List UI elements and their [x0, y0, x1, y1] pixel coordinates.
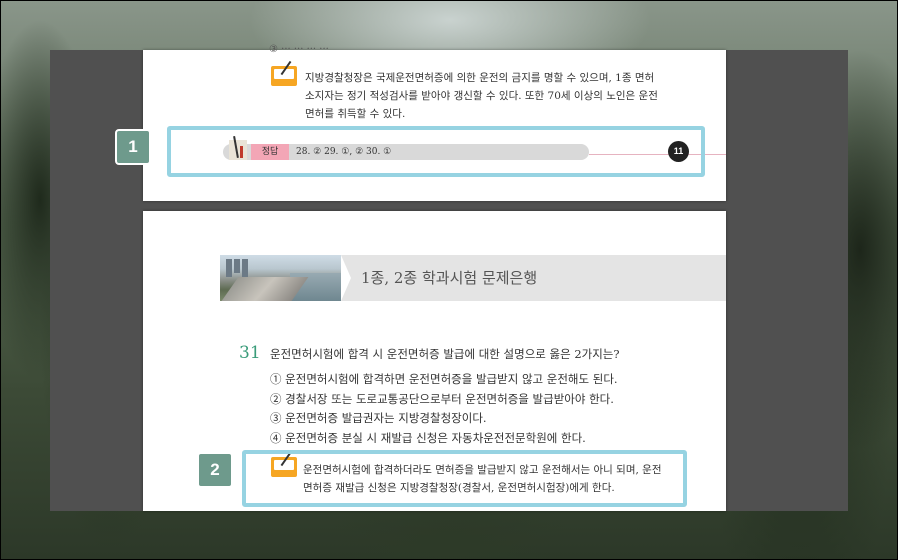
screenshot-border [0, 0, 898, 560]
